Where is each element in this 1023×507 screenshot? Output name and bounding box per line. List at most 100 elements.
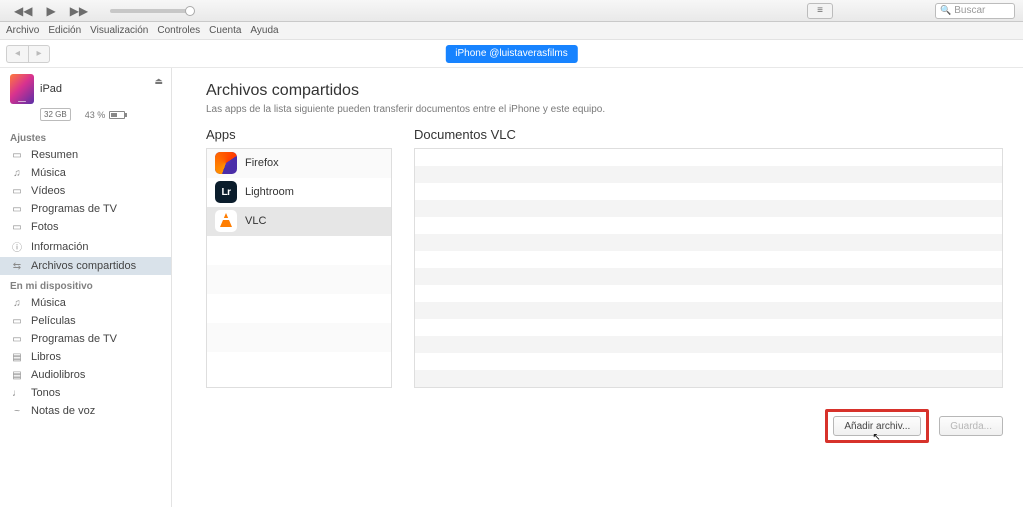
sidebar-item-icon: ♫	[10, 168, 24, 179]
doc-row-empty	[415, 149, 1002, 166]
doc-row-empty	[415, 319, 1002, 336]
sidebar-item-label: Música	[31, 297, 66, 309]
sidebar-item-label: Tonos	[31, 387, 60, 399]
device-name: iPad	[40, 83, 62, 95]
sidebar-item-libros[interactable]: ▤ Libros	[0, 348, 171, 366]
sidebar-item-label: Audiolibros	[31, 369, 85, 381]
navigation-bar: ◂ ▸ iPhone @luistaverasfilms	[0, 40, 1023, 68]
prev-track-button[interactable]: ◀◀	[14, 4, 32, 18]
battery-icon	[109, 111, 125, 119]
sidebar-item-icon: ♫	[10, 298, 24, 309]
back-button[interactable]: ◂	[6, 45, 28, 63]
doc-row-empty	[415, 268, 1002, 285]
device-battery: 43 %	[85, 110, 126, 120]
search-input[interactable]: 🔍 Buscar	[935, 3, 1015, 19]
sidebar-item-icon: ▤	[10, 352, 24, 363]
player-toolbar: ◀◀ ▶ ▶▶ ≡ 🔍 Buscar	[0, 0, 1023, 22]
docs-column-header: Documentos VLC	[414, 127, 1003, 142]
sidebar-item-vídeos[interactable]: ▭ Vídeos	[0, 182, 171, 200]
menu-archivo[interactable]: Archivo	[6, 25, 39, 36]
device-artwork-icon	[10, 74, 34, 104]
sidebar-item-notas-de-voz[interactable]: ~Notas de voz	[0, 402, 171, 420]
volume-slider[interactable]	[110, 9, 190, 13]
doc-row-empty	[415, 353, 1002, 370]
sidebar-item-icon: ▭	[10, 186, 24, 197]
sidebar-item-música[interactable]: ♫ Música	[0, 164, 171, 182]
doc-row-empty	[415, 200, 1002, 217]
documents-listbox[interactable]	[414, 148, 1003, 388]
sidebar-item-label: Programas de TV	[31, 333, 117, 345]
sidebar-item-label: Programas de TV	[31, 203, 117, 215]
menu-edicion[interactable]: Edición	[48, 25, 81, 36]
apps-column-header: Apps	[206, 127, 392, 142]
app-row-vlc[interactable]: VLC	[207, 207, 391, 236]
doc-row-empty	[415, 370, 1002, 387]
app-row-empty	[207, 236, 391, 265]
forward-button[interactable]: ▸	[28, 45, 50, 63]
menu-controles[interactable]: Controles	[157, 25, 200, 36]
app-row-empty	[207, 323, 391, 352]
app-row-lightroom[interactable]: LrLightroom	[207, 178, 391, 207]
eject-icon[interactable]: ⏏	[154, 76, 163, 87]
play-button[interactable]: ▶	[46, 4, 55, 18]
firefox-app-icon	[215, 152, 237, 174]
menu-ayuda[interactable]: Ayuda	[250, 25, 278, 36]
page-subtitle: Las apps de la lista siguiente pueden tr…	[206, 104, 1003, 115]
sidebar-item-programas-de-tv[interactable]: ▭Programas de TV	[0, 200, 171, 218]
list-view-button[interactable]: ≡	[807, 3, 833, 19]
sidebar-item-archivos-compartidos[interactable]: ⇆ Archivos compartidos	[0, 257, 171, 275]
sidebar-item-información[interactable]: ⓘInformación	[0, 236, 171, 257]
app-name-label: VLC	[245, 215, 266, 227]
sidebar-item-label: Información	[31, 241, 88, 253]
sidebar-item-label: Resumen	[31, 149, 78, 161]
doc-row-empty	[415, 251, 1002, 268]
content-pane: Archivos compartidos Las apps de la list…	[172, 68, 1023, 507]
app-name-label: Firefox	[245, 157, 279, 169]
sidebar: iPad ⏏ 32 GB 43 % Ajustes ▭ Resumen ♫ Músic…	[0, 68, 172, 507]
menu-visualizacion[interactable]: Visualización	[90, 25, 148, 36]
vlc-app-icon	[215, 210, 237, 232]
menu-cuenta[interactable]: Cuenta	[209, 25, 241, 36]
doc-row-empty	[415, 234, 1002, 251]
app-menu-bar: Archivo Edición Visualización Controles …	[0, 22, 1023, 40]
next-track-button[interactable]: ▶▶	[70, 4, 88, 18]
sidebar-item-tonos[interactable]: ♩Tonos	[0, 384, 171, 402]
sidebar-item-icon: ⇆	[10, 261, 24, 272]
doc-row-empty	[415, 217, 1002, 234]
sidebar-item-label: Vídeos	[31, 185, 65, 197]
app-name-label: Lightroom	[245, 186, 294, 198]
sidebar-item-audiolibros[interactable]: ▤Audiolibros	[0, 366, 171, 384]
sidebar-item-resumen[interactable]: ▭ Resumen	[0, 146, 171, 164]
sidebar-item-label: Fotos	[31, 221, 59, 233]
app-row-empty	[207, 294, 391, 323]
file-action-buttons: Añadir archiv... ↖ Guarda...	[825, 409, 1003, 443]
sidebar-header-device: En mi dispositivo	[0, 275, 171, 294]
sidebar-item-fotos[interactable]: ▭ Fotos	[0, 218, 171, 236]
sidebar-item-icon: ▭	[10, 334, 24, 345]
device-header[interactable]: iPad ⏏	[0, 72, 171, 108]
sidebar-item-icon: ▭	[10, 316, 24, 327]
tutorial-highlight: Añadir archiv... ↖	[825, 409, 929, 443]
search-icon: 🔍	[940, 5, 951, 16]
sidebar-item-icon: ▭	[10, 222, 24, 233]
app-row-empty	[207, 352, 391, 381]
sidebar-item-música[interactable]: ♫ Música	[0, 294, 171, 312]
device-meta: 32 GB 43 %	[0, 108, 171, 127]
sidebar-item-programas-de-tv[interactable]: ▭ Programas de TV	[0, 330, 171, 348]
sidebar-item-label: Archivos compartidos	[31, 260, 136, 272]
sidebar-item-películas[interactable]: ▭Películas	[0, 312, 171, 330]
save-button: Guarda...	[939, 416, 1003, 436]
page-title: Archivos compartidos	[206, 82, 1003, 100]
app-row-empty	[207, 265, 391, 294]
sidebar-item-icon: ▭	[10, 150, 24, 161]
apps-listbox[interactable]: Firefox LrLightroom VLC	[206, 148, 392, 388]
doc-row-empty	[415, 302, 1002, 319]
sidebar-header-ajustes: Ajustes	[0, 127, 171, 146]
sidebar-item-label: Música	[31, 167, 66, 179]
device-capacity: 32 GB	[40, 108, 71, 121]
connected-device-badge[interactable]: iPhone @luistaverasfilms	[445, 45, 577, 63]
app-row-firefox[interactable]: Firefox	[207, 149, 391, 178]
sidebar-item-label: Libros	[31, 351, 61, 363]
add-file-button[interactable]: Añadir archiv...	[833, 416, 921, 436]
doc-row-empty	[415, 166, 1002, 183]
